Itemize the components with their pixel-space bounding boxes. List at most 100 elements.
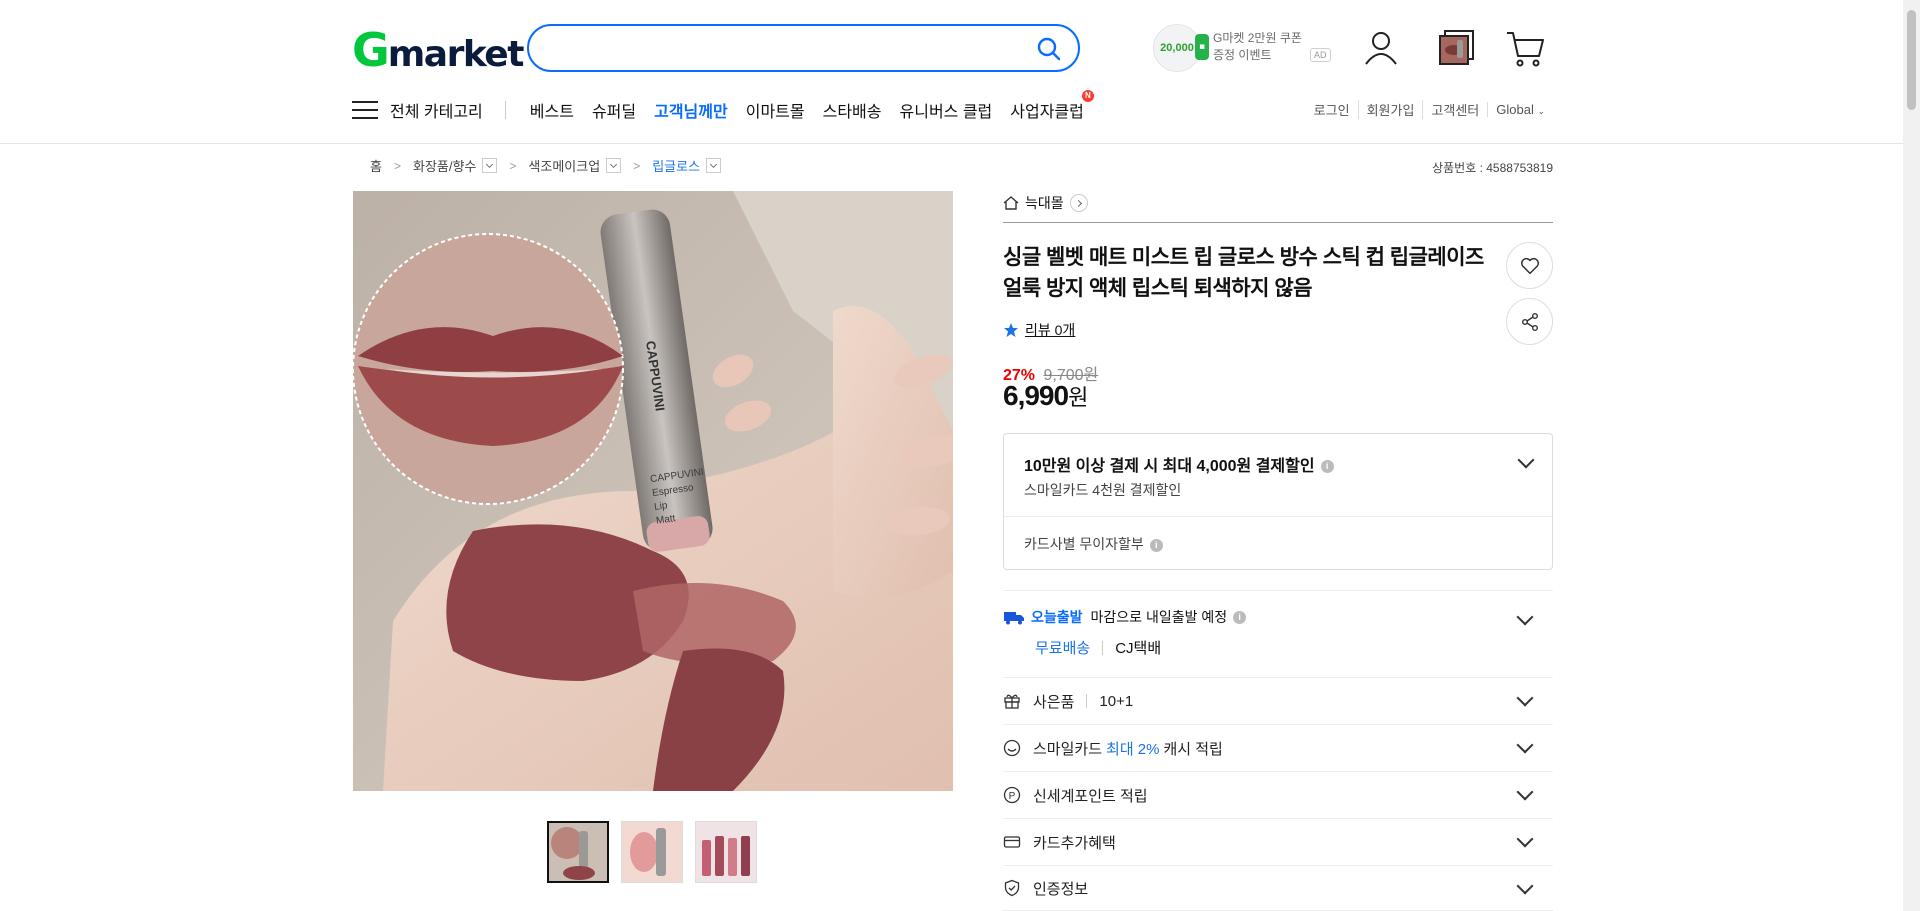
thumbnail-3[interactable]: [695, 821, 757, 883]
installment-label: 카드사별 무이자할부: [1024, 536, 1144, 552]
global-dropdown[interactable]: Global ⌄: [1487, 102, 1553, 117]
search-icon[interactable]: [1036, 36, 1062, 62]
product-number: 상품번호 : 4588753819: [1432, 161, 1553, 175]
login-link[interactable]: 로그인: [1306, 100, 1358, 119]
today-shipping-label: 오늘출발: [1031, 609, 1083, 625]
nav-item-business-club-label: 사업자클럽: [1010, 104, 1084, 121]
review-link[interactable]: 리뷰 0개: [1003, 320, 1075, 340]
installment-info: 카드사별 무이자할부 i: [1024, 534, 1163, 554]
logo-text: market: [387, 34, 525, 75]
user-icon[interactable]: [1361, 28, 1401, 68]
card-extra-row[interactable]: 카드추가혜택: [1003, 819, 1553, 866]
shop-link[interactable]: 늑대몰: [1003, 193, 1088, 213]
star-icon: [1004, 323, 1018, 337]
chevron-down-icon[interactable]: [1516, 877, 1534, 895]
chevron-down-icon[interactable]: [1516, 689, 1534, 707]
dropdown-chevron-icon[interactable]: [606, 158, 622, 173]
shinsegae-point-row[interactable]: P 신세계포인트 적립: [1003, 772, 1553, 819]
certification-label: 인증정보: [1033, 880, 1089, 898]
customer-center-link[interactable]: 고객센터: [1422, 100, 1487, 119]
hamburger-menu-icon[interactable]: [352, 100, 378, 120]
shipping-detail: 무료배송 CJ택배: [1035, 637, 1161, 658]
search-input[interactable]: [549, 34, 1009, 62]
share-icon: [1521, 312, 1538, 331]
sale-price-unit: 원: [1068, 385, 1089, 410]
shipping-section[interactable]: 오늘출발 마감으로 내일출발 예정 i 무료배송 CJ택배: [1003, 590, 1553, 678]
wishlist-button[interactable]: [1506, 242, 1553, 289]
recent-view-icon[interactable]: [1437, 28, 1477, 68]
free-shipping-label: 무료배송: [1035, 640, 1091, 657]
chevron-down-icon[interactable]: [1516, 830, 1534, 848]
certification-row[interactable]: 인증정보: [1003, 866, 1553, 911]
nav-item-emart-mall[interactable]: 이마트몰: [746, 98, 805, 122]
nav-item-star-delivery[interactable]: 스타배송: [823, 98, 882, 122]
delivery-truck-icon: [1004, 612, 1024, 625]
nav-item-universe-club[interactable]: 유니버스 클럽: [900, 98, 993, 122]
card-discount-box[interactable]: 10만원 이상 결제 시 최대 4,000원 결제할인 i 스마일카드 4천원 결…: [1003, 433, 1553, 570]
new-badge: N: [1081, 90, 1094, 102]
nav-item-for-customers[interactable]: 고객님께만: [654, 98, 728, 122]
gift-row[interactable]: 사은품 10+1: [1003, 678, 1553, 725]
card-discount-title-text: 10만원 이상 결제 시 최대 4,000원 결제할인: [1024, 458, 1315, 475]
signup-link[interactable]: 회원가입: [1357, 100, 1423, 119]
all-categories-button[interactable]: 전체 카테고리: [390, 98, 483, 122]
coin-icon: 20,000: [1153, 24, 1201, 72]
smile-icon: [1003, 739, 1021, 757]
smile-card-label: 스마일카드: [1033, 740, 1103, 758]
gift-label: 사은품: [1033, 693, 1075, 711]
chevron-down-icon[interactable]: [1517, 451, 1535, 469]
search-bar[interactable]: [527, 24, 1080, 72]
sale-price-number: 6,990: [1003, 380, 1069, 411]
shipping-line: 오늘출발 마감으로 내일출발 예정 i: [1003, 607, 1247, 627]
page-scrollbar[interactable]: [1903, 0, 1920, 911]
nav-item-best[interactable]: 베스트: [530, 98, 574, 122]
coupon-tag-icon: ▪: [1195, 34, 1209, 60]
chevron-down-icon[interactable]: [1516, 608, 1534, 626]
promo-text: G마켓 2만원 쿠폰 증정 이벤트: [1213, 30, 1302, 64]
point-label: 신세계포인트 적립: [1033, 787, 1148, 805]
dropdown-chevron-icon[interactable]: [482, 158, 498, 173]
gift-icon: [1004, 694, 1020, 709]
nav-item-superdeal[interactable]: 슈퍼딜: [592, 98, 636, 122]
thumbnail-strip: [547, 821, 757, 883]
header-divider: [0, 143, 1920, 144]
bottle-label-text-3: Lip: [653, 500, 668, 513]
coupon-promo-banner[interactable]: 20,000 ▪ G마켓 2만원 쿠폰 증정 이벤트 AD: [1153, 24, 1333, 72]
breadcrumb: 홈 > 화장품/향수 > 색조메이크업 > 립글로스: [370, 156, 722, 175]
thumbnail-1[interactable]: [547, 821, 609, 883]
heart-icon: [1520, 257, 1539, 274]
breadcrumb-cat3-label: 립글로스: [652, 159, 701, 174]
carrier-name: CJ택배: [1115, 640, 1162, 657]
breadcrumb-cat2[interactable]: 색조메이크업: [528, 156, 622, 175]
info-icon[interactable]: i: [1233, 610, 1247, 624]
thumbnail-2[interactable]: [621, 821, 683, 883]
breadcrumb-home[interactable]: 홈: [370, 156, 382, 175]
share-button[interactable]: [1506, 298, 1553, 345]
scrollbar-thumb[interactable]: [1907, 10, 1916, 110]
breadcrumb-cat1[interactable]: 화장품/향수: [413, 156, 498, 175]
product-title: 싱글 벨벳 매트 미스트 립 글로스 방수 스틱 컵 립글레이즈 얼룩 방지 액…: [1003, 246, 1484, 300]
dropdown-chevron-icon[interactable]: [706, 158, 722, 173]
info-icon[interactable]: i: [1149, 538, 1163, 552]
point-icon: P: [1003, 786, 1021, 804]
smile-card-row[interactable]: 스마일카드 최대 2% 캐시 적립: [1003, 725, 1553, 772]
smile-card-tail: 캐시 적립: [1163, 740, 1223, 758]
gmarket-logo[interactable]: Gmarket: [352, 26, 525, 79]
nav-item-business-club[interactable]: 사업자클럽 N: [1010, 90, 1094, 122]
card-discount-subtitle: 스마일카드 4천원 결제할인: [1024, 482, 1182, 498]
info-icon[interactable]: i: [1320, 460, 1334, 474]
breadcrumb-separator-icon: >: [393, 158, 401, 173]
divider: [1102, 640, 1104, 655]
global-label: Global: [1496, 102, 1534, 117]
chevron-down-icon[interactable]: [1516, 736, 1534, 754]
cart-icon[interactable]: [1505, 28, 1545, 68]
gift-value: 10+1: [1099, 692, 1134, 710]
shop-divider: [1003, 222, 1553, 223]
sale-price: 6,990원: [1003, 380, 1088, 412]
chevron-down-icon[interactable]: [1516, 783, 1534, 801]
breadcrumb-separator-icon: >: [633, 158, 641, 173]
coin-amount: 20,000: [1160, 42, 1194, 54]
main-nav: 전체 카테고리 베스트 슈퍼딜 고객님께만 이마트몰 스타배송 유니버스 클럽 …: [352, 90, 1102, 124]
main-product-image[interactable]: CAPPUVINI CAPPUVINI Espresso Lip Matt: [353, 191, 953, 791]
breadcrumb-cat3[interactable]: 립글로스: [652, 156, 722, 175]
